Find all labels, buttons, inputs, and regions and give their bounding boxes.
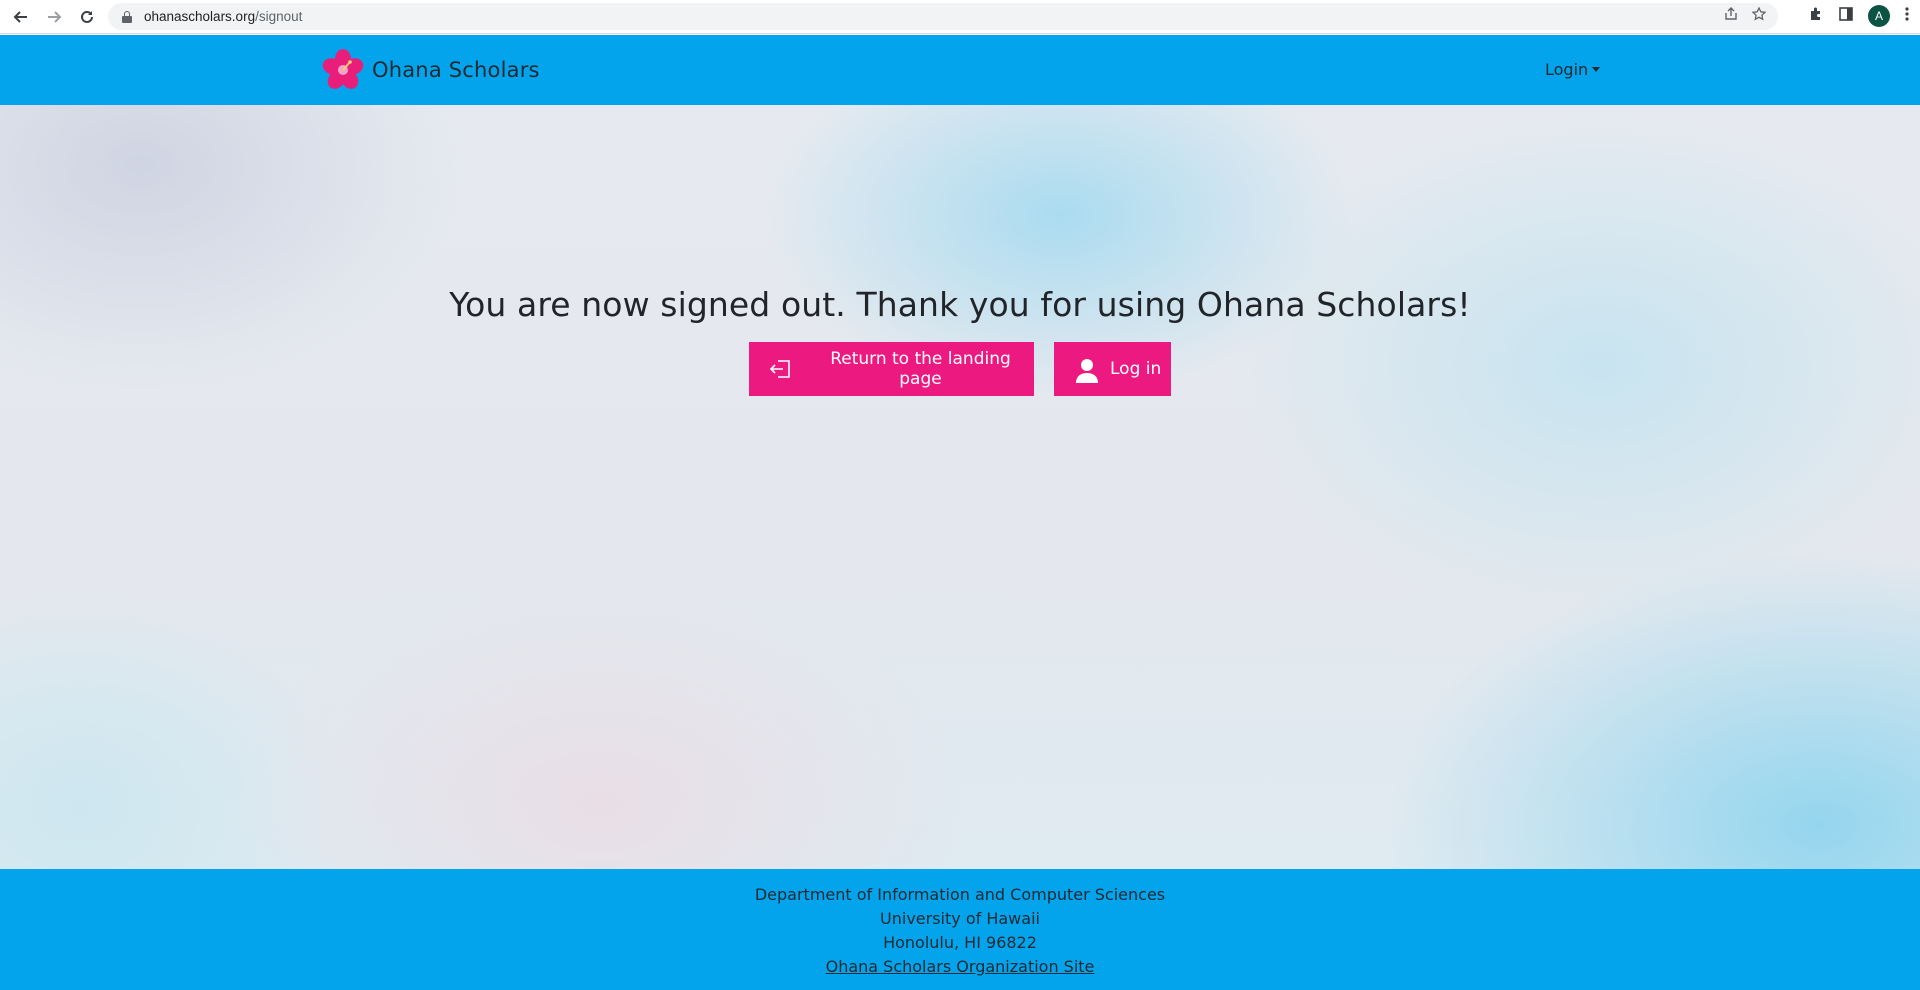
menu-dots-icon[interactable]	[1904, 6, 1910, 26]
main-content: You are now signed out. Thank you for us…	[0, 105, 1920, 869]
star-icon[interactable]	[1751, 6, 1767, 24]
return-button-label: Return to the landing page	[830, 349, 1011, 389]
login-dropdown-label: Login	[1545, 60, 1589, 79]
log-in-button[interactable]: Log in	[1054, 342, 1171, 396]
extensions-icon[interactable]	[1808, 6, 1824, 26]
organization-site-link[interactable]: Ohana Scholars Organization Site	[826, 957, 1095, 976]
browser-toolbar: ohanascholars.org/signout A	[0, 0, 1920, 34]
avatar[interactable]: A	[1868, 5, 1890, 27]
reload-icon[interactable]	[75, 5, 99, 29]
lock-icon[interactable]	[122, 10, 132, 23]
sidepanel-icon[interactable]	[1838, 6, 1854, 26]
footer-address: Honolulu, HI 96822	[883, 933, 1037, 952]
forward-arrow-icon[interactable]	[42, 5, 66, 29]
hibiscus-flower-icon	[322, 49, 364, 91]
return-to-landing-button[interactable]: Return to the landing page	[749, 342, 1034, 396]
login-button-label: Log in	[1110, 359, 1162, 379]
url-text: ohanascholars.org/signout	[144, 9, 303, 24]
person-icon	[1074, 357, 1098, 383]
back-arrow-icon[interactable]	[9, 5, 33, 29]
page-title: You are now signed out. Thank you for us…	[449, 285, 1471, 324]
footer-university: University of Hawaii	[880, 909, 1040, 928]
caret-down-icon	[1592, 67, 1601, 72]
address-bar[interactable]: ohanascholars.org/signout	[108, 3, 1778, 30]
site-footer: Department of Information and Computer S…	[0, 869, 1920, 990]
login-dropdown[interactable]: Login	[1545, 60, 1601, 79]
footer-department: Department of Information and Computer S…	[754, 885, 1166, 904]
share-icon[interactable]	[1724, 7, 1738, 24]
brand-link[interactable]: Ohana Scholars	[322, 49, 540, 91]
brand-name: Ohana Scholars	[372, 58, 540, 82]
enter-door-icon	[769, 357, 793, 381]
site-navbar: Ohana Scholars Login	[0, 35, 1920, 105]
